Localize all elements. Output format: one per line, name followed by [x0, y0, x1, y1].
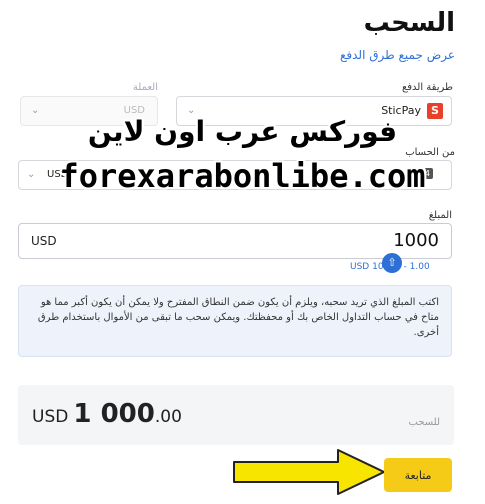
currency-value: USD: [123, 105, 145, 116]
scroll-up-icon[interactable]: ⇧: [382, 253, 402, 273]
from-account-label: من الحساب: [405, 147, 455, 158]
view-all-payment-methods-link[interactable]: عرض جميع طرق الدفع: [340, 48, 455, 62]
mt4-badge: MT4: [410, 168, 433, 179]
page-title: السحب: [363, 8, 455, 38]
summary-currency: USD: [32, 407, 69, 427]
from-account-select[interactable]: ⌄ USD MT4: [18, 160, 452, 190]
summary-amount: USD 1 000.00: [32, 399, 182, 429]
payment-method-label: طريقة الدفع: [401, 82, 453, 93]
payment-method-value: SticPay: [381, 104, 421, 117]
chevron-down-icon: ⌄: [187, 105, 196, 116]
summary-label: للسحب: [408, 417, 440, 428]
info-message: اكتب المبلغ الذي تريد سحبه، ويلزم أن يكو…: [18, 285, 452, 357]
currency-label: العملة: [132, 82, 158, 93]
withdraw-summary: للسحب USD 1 000.00: [18, 385, 454, 445]
sticpay-logo-icon: S: [427, 103, 443, 119]
chevron-down-icon: ⌄: [27, 169, 36, 180]
info-text: اكتب المبلغ الذي تريد سحبه، ويلزم أن يكو…: [37, 297, 439, 338]
amount-currency: USD: [31, 234, 57, 248]
currency-select[interactable]: ⌄ USD: [20, 96, 158, 126]
payment-method-select[interactable]: ⌄ SticPay S: [176, 96, 452, 126]
chevron-down-icon: ⌄: [31, 105, 40, 116]
summary-decimals: .00: [154, 407, 182, 427]
amount-label: المبلغ: [428, 210, 452, 221]
continue-button[interactable]: متابعة: [384, 458, 452, 492]
summary-whole: 1 000: [73, 399, 155, 429]
from-account-currency: USD: [47, 169, 69, 180]
amount-value: 1000: [393, 230, 439, 251]
arrow-annotation-icon: [233, 449, 385, 495]
